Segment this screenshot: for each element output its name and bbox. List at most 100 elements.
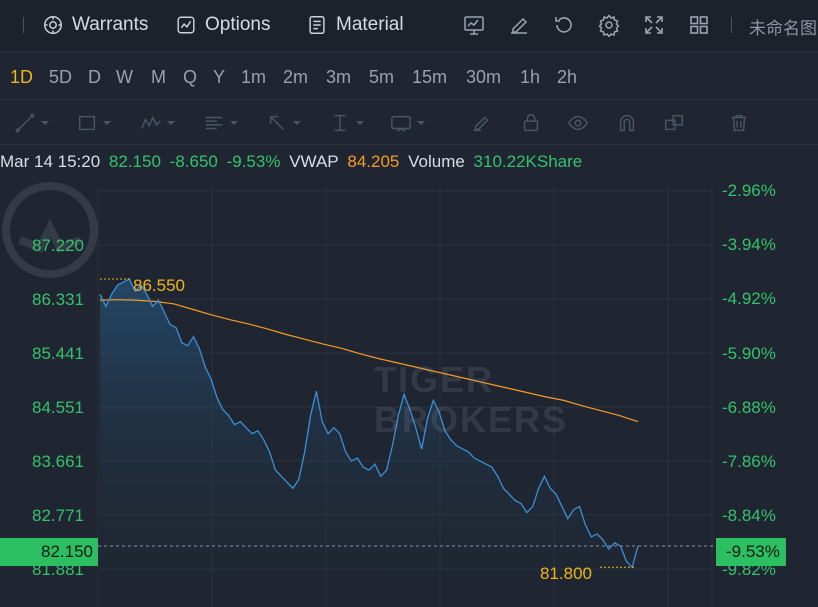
- chevron-down-icon: [103, 121, 111, 125]
- edit-button[interactable]: [507, 12, 552, 38]
- period-W[interactable]: W: [116, 67, 133, 88]
- quote-price: 82.150: [108, 152, 161, 171]
- period-Y[interactable]: Y: [213, 67, 225, 88]
- tab-options[interactable]: Options: [175, 12, 270, 38]
- period-1h[interactable]: 1h: [520, 67, 540, 88]
- period-3m[interactable]: 3m: [326, 67, 351, 88]
- top-toolbar: Warrants Options Material 未命名图: [0, 0, 818, 52]
- lock-button[interactable]: [520, 111, 542, 135]
- y-right-tick: -7.86%: [722, 452, 776, 471]
- grid-layout-icon: [690, 16, 708, 34]
- y-left-tick: 84.551: [32, 398, 84, 417]
- reset-icon: [555, 17, 572, 33]
- fullscreen-icon: [645, 16, 663, 34]
- quote-change-pct: -9.53%: [226, 152, 281, 171]
- rectangle-tool-button[interactable]: [76, 111, 112, 135]
- trash-icon: [731, 114, 747, 132]
- trash-button[interactable]: [728, 111, 750, 135]
- period-30m[interactable]: 30m: [466, 67, 501, 88]
- y-left-tick: 87.220: [32, 236, 84, 255]
- layers-icon: [665, 114, 683, 131]
- quote-info-bar: Mar 14 15:20 82.150 -8.650 -9.53% VWAP 8…: [0, 152, 586, 178]
- text-tool-button[interactable]: [390, 111, 426, 135]
- vwap-label: VWAP: [289, 152, 339, 171]
- text-tool-icon: [391, 115, 411, 132]
- tab-options-label: Options: [205, 14, 271, 35]
- chart-settings-button[interactable]: [462, 12, 507, 38]
- pattern-tool-button[interactable]: [140, 111, 176, 135]
- y-left-tick: 83.661: [32, 452, 84, 471]
- eye-icon: [567, 115, 589, 131]
- measure-tool-button[interactable]: [329, 111, 365, 135]
- settings-button[interactable]: [597, 12, 642, 38]
- layout-name[interactable]: 未命名图: [749, 14, 817, 39]
- chevron-down-icon: [417, 121, 425, 125]
- toolbar-divider: [731, 17, 732, 33]
- period-1D[interactable]: 1D: [10, 67, 33, 88]
- grid-layout-button[interactable]: [687, 12, 732, 38]
- y-left-tick: 85.441: [32, 344, 84, 363]
- chevron-down-icon: [356, 121, 364, 125]
- arrow-tool-icon: [269, 115, 284, 130]
- y-right-tick: -4.92%: [722, 289, 776, 308]
- current-price-tag: 82.150: [0, 538, 98, 566]
- high-price-label: 86.550: [133, 276, 185, 295]
- y-left-tick: 86.331: [32, 290, 84, 309]
- price-area-fill: [100, 279, 638, 607]
- arrow-tool-button[interactable]: [266, 111, 302, 135]
- period-2m[interactable]: 2m: [283, 67, 308, 88]
- quote-datetime: Mar 14 15:20: [0, 152, 101, 171]
- visibility-button[interactable]: [567, 111, 589, 135]
- pattern-tool-icon: [141, 115, 161, 129]
- rectangle-tool-icon: [78, 115, 96, 131]
- material-icon: [309, 16, 325, 34]
- period-D[interactable]: D: [88, 67, 101, 88]
- period-2h[interactable]: 2h: [557, 67, 577, 88]
- tab-warrants[interactable]: Warrants: [42, 12, 148, 38]
- brush-icon: [473, 116, 489, 132]
- tab-warrants-label: Warrants: [72, 14, 149, 35]
- period-5m[interactable]: 5m: [369, 67, 394, 88]
- chevron-down-icon: [230, 121, 238, 125]
- magnet-button[interactable]: [616, 111, 638, 135]
- quote-change: -8.650: [169, 152, 218, 171]
- low-price-label: 81.800: [540, 564, 592, 583]
- period-Q[interactable]: Q: [183, 67, 197, 88]
- line-tool-icon: [15, 113, 35, 133]
- drawing-toolbar: [0, 101, 818, 145]
- y-right-tick: -6.88%: [722, 398, 776, 417]
- layers-button[interactable]: [663, 111, 685, 135]
- y-left-tick: 82.771: [32, 506, 84, 525]
- period-M[interactable]: M: [151, 67, 166, 88]
- tab-material[interactable]: Material: [306, 12, 404, 38]
- y-right-tick: -5.90%: [722, 344, 776, 363]
- chart-tools: [462, 12, 732, 38]
- line-tool-button[interactable]: [14, 111, 50, 135]
- measure-tool-icon: [334, 114, 346, 132]
- chevron-down-icon: [167, 121, 175, 125]
- tiger-logo-watermark: [2, 182, 98, 278]
- fullscreen-button[interactable]: [642, 12, 687, 38]
- current-pct-tag: -9.53%: [716, 538, 786, 566]
- reset-button[interactable]: [552, 12, 597, 38]
- price-chart[interactable]: TIGER BROKERS 87.220 86.331 85.441 84.551…: [0, 180, 818, 607]
- y-right-tick: -8.84%: [722, 506, 776, 525]
- toolbar-divider: [23, 17, 24, 33]
- period-5D[interactable]: 5D: [49, 67, 72, 88]
- period-selector: 1D 5D D W M Q Y 1m 2m 3m 5m 15m 30m 1h 2…: [0, 53, 818, 100]
- lock-icon: [523, 114, 539, 132]
- magnet-icon: [619, 114, 635, 132]
- warrants-icon: [44, 16, 62, 34]
- gear-icon: [598, 14, 620, 37]
- chevron-down-icon: [293, 121, 301, 125]
- brush-button[interactable]: [470, 111, 492, 135]
- volume-value: 310.22KShare: [473, 152, 583, 171]
- fibonacci-tool-button[interactable]: [203, 111, 239, 135]
- vwap-value: 84.205: [347, 152, 400, 171]
- fibonacci-tool-icon: [205, 116, 223, 130]
- chart-settings-icon: [464, 16, 484, 35]
- watermark-text: TIGER BROKERS: [374, 359, 569, 440]
- y-right-tick: -2.96%: [722, 181, 776, 200]
- period-1m[interactable]: 1m: [241, 67, 266, 88]
- period-15m[interactable]: 15m: [412, 67, 447, 88]
